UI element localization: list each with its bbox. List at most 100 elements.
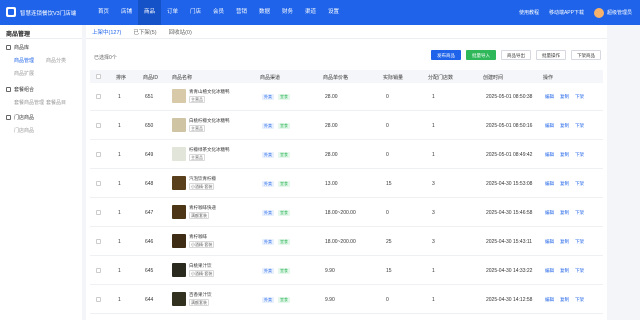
scrollbar[interactable] <box>610 25 616 320</box>
unlist-row-button[interactable]: 下架 <box>575 210 584 216</box>
channel-badge-dinein: 堂食 <box>278 210 290 216</box>
edit-button[interactable]: 编辑 <box>545 152 554 158</box>
table-row[interactable]: 1 647 青柠咖啡快递 满额套装 外卖 堂食 18.00~200.00 0 3 2025-04-… <box>90 199 603 227</box>
unlist-row-button[interactable]: 下架 <box>575 123 584 129</box>
sales-value: 0 <box>386 94 389 100</box>
sales-value: 15 <box>386 181 392 187</box>
channel-badge-dinein: 堂食 <box>278 239 290 245</box>
product-name[interactable]: 青柠咖啡快递 <box>189 205 216 211</box>
nav-item[interactable]: 营销 <box>230 0 253 25</box>
edit-button[interactable]: 编辑 <box>545 210 554 216</box>
table-row[interactable]: 1 645 白桃果汁饮 小酒精·套装 外卖 堂食 9.90 15 1 2025-04-30 14:… <box>90 257 603 285</box>
price-value: 28.00 <box>325 123 338 129</box>
nav-item[interactable]: 财务 <box>276 0 299 25</box>
unlist-row-button[interactable]: 下架 <box>575 297 584 303</box>
nav-item[interactable]: 商品 <box>138 0 161 25</box>
sidebar-item-combo-category[interactable]: 套餐品目 <box>46 99 66 106</box>
table-row[interactable]: 1 644 百香果汁饮 满额套装 外卖 堂食 9.90 0 1 2025-04-30 14:12:… <box>90 286 603 314</box>
channel-badge-dinein: 堂食 <box>278 297 290 303</box>
help-link[interactable]: 使用教程 <box>519 9 539 16</box>
product-tag: 小酒精·套装 <box>189 241 215 248</box>
product-name[interactable]: 白桃柠檬文化冰糖鸭 <box>189 118 230 124</box>
nav-item[interactable]: 会员 <box>207 0 230 25</box>
sidebar-group-combo[interactable]: 套餐组合 <box>6 86 34 93</box>
row-checkbox[interactable] <box>96 210 101 215</box>
unlist-row-button[interactable]: 下架 <box>575 94 584 100</box>
product-tag: 主营品 <box>189 125 205 132</box>
price-value: 13.00 <box>325 181 338 187</box>
sidebar-item-combo-management[interactable]: 套餐商品管理 <box>14 99 44 106</box>
nav-item[interactable]: 数据 <box>253 0 276 25</box>
publish-product-button[interactable]: 发布商品 <box>431 50 461 60</box>
unlist-row-button[interactable]: 下架 <box>575 239 584 245</box>
header-stores: 分配门店数 <box>428 75 454 81</box>
row-checkbox[interactable] <box>96 239 101 244</box>
product-name[interactable]: 青柠咖啡 <box>189 234 207 240</box>
product-name[interactable]: 青青山楂文化冰糖鸭 <box>189 89 230 95</box>
table-row[interactable]: 1 651 青青山楂文化冰糖鸭 主营品 外卖 堂食 28.00 0 1 2025-05-01 08… <box>90 83 603 111</box>
row-checkbox[interactable] <box>96 181 101 186</box>
edit-button[interactable]: 编辑 <box>545 94 554 100</box>
nav-item[interactable]: 订单 <box>161 0 184 25</box>
edit-button[interactable]: 编辑 <box>545 181 554 187</box>
copy-button[interactable]: 复制 <box>560 297 569 303</box>
nav-item[interactable]: 首页 <box>92 0 115 25</box>
sales-value: 0 <box>386 152 389 158</box>
copy-button[interactable]: 复制 <box>560 123 569 129</box>
row-checkbox[interactable] <box>96 152 101 157</box>
store-count: 3 <box>432 210 435 216</box>
sort-value: 1 <box>118 181 121 187</box>
nav-item[interactable]: 门店 <box>184 0 207 25</box>
copy-button[interactable]: 复制 <box>560 94 569 100</box>
unlist-button[interactable]: 下架商品 <box>571 50 601 60</box>
row-checkbox[interactable] <box>96 297 101 302</box>
unlist-row-button[interactable]: 下架 <box>575 268 584 274</box>
batch-import-button[interactable]: 批量导入 <box>466 50 496 60</box>
row-checkbox[interactable] <box>96 268 101 273</box>
edit-button[interactable]: 编辑 <box>545 268 554 274</box>
copy-button[interactable]: 复制 <box>560 152 569 158</box>
nav-item[interactable]: 店铺 <box>115 0 138 25</box>
copy-button[interactable]: 复制 <box>560 268 569 274</box>
export-button[interactable]: 商品导出 <box>501 50 531 60</box>
header-sort[interactable]: 排序 <box>116 74 126 81</box>
copy-button[interactable]: 复制 <box>560 181 569 187</box>
header-id[interactable]: 商品ID <box>143 74 158 81</box>
nav-item[interactable]: 渠道 <box>299 0 322 25</box>
product-name[interactable]: 百香果汁饮 <box>189 292 212 298</box>
sidebar-group-product-library[interactable]: 商品库 <box>6 44 29 51</box>
row-checkbox[interactable] <box>96 123 101 128</box>
copy-button[interactable]: 复制 <box>560 239 569 245</box>
row-checkbox[interactable] <box>96 94 101 99</box>
table-row[interactable]: 1 648 汽泡饮青柠檬 小酒精·套装 外卖 堂食 13.00 15 3 2025-04-30 1… <box>90 170 603 198</box>
sidebar-item-store-products[interactable]: 门店商品 <box>14 127 34 134</box>
app-download-link[interactable]: 移动端APP下载 <box>549 9 584 16</box>
sidebar-item-product-management[interactable]: 商品管理 <box>14 57 34 64</box>
product-thumbnail <box>172 234 186 248</box>
nav-item[interactable]: 设置 <box>322 0 345 25</box>
table-row[interactable]: 1 646 青柠咖啡 小酒精·套装 外卖 堂食 18.00~200.00 25 3 2025-04… <box>90 228 603 256</box>
product-name[interactable]: 白桃果汁饮 <box>189 263 212 269</box>
product-id: 644 <box>145 297 154 303</box>
edit-button[interactable]: 编辑 <box>545 123 554 129</box>
copy-button[interactable]: 复制 <box>560 210 569 216</box>
header-time[interactable]: 创建时间 <box>483 74 503 81</box>
sidebar-group-store-products[interactable]: 门店商品 <box>6 114 34 121</box>
user-menu[interactable]: 超级管理员 <box>593 7 632 18</box>
table-row[interactable]: 1 650 白桃柠檬文化冰糖鸭 主营品 外卖 堂食 28.00 0 1 2025-05-01 08… <box>90 112 603 140</box>
product-name[interactable]: 汽泡饮青柠檬 <box>189 176 216 182</box>
edit-button[interactable]: 编辑 <box>545 239 554 245</box>
header-sales[interactable]: 实际销量 <box>383 74 403 81</box>
product-name[interactable]: 柠檬绿茶文化冰糖鸭 <box>189 147 230 153</box>
channel-badge-dinein: 堂食 <box>278 123 290 129</box>
batch-operation-button[interactable]: 批量操作 <box>536 50 566 60</box>
unlist-row-button[interactable]: 下架 <box>575 152 584 158</box>
created-time: 2025-04-30 14:12:58 <box>486 297 533 303</box>
sidebar-item-product-category[interactable]: 商品分类 <box>46 57 66 64</box>
table-row[interactable]: 1 649 柠檬绿茶文化冰糖鸭 主营品 外卖 堂食 28.00 0 1 2025-05-01 08… <box>90 141 603 169</box>
unlist-row-button[interactable]: 下架 <box>575 181 584 187</box>
product-thumbnail <box>172 176 186 190</box>
sidebar-item-product-extension[interactable]: 商品扩展 <box>14 70 34 77</box>
edit-button[interactable]: 编辑 <box>545 297 554 303</box>
select-all-checkbox[interactable] <box>96 74 101 79</box>
